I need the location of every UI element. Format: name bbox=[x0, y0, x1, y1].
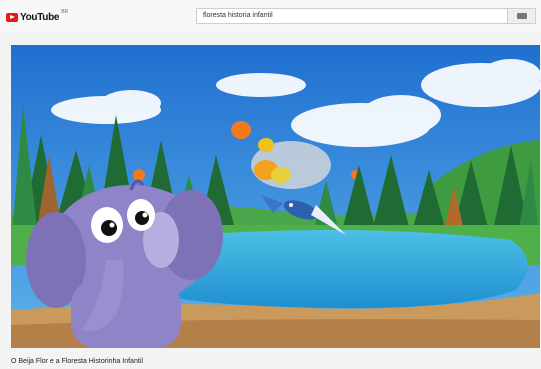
search-icon bbox=[516, 13, 527, 19]
logo-region: BR bbox=[61, 9, 69, 15]
video-frame bbox=[11, 45, 540, 348]
top-bar: YouTube BR floresta historia infantil bbox=[0, 0, 541, 32]
search-input[interactable]: floresta historia infantil bbox=[196, 8, 508, 24]
play-logo-icon bbox=[6, 12, 18, 22]
logo-text: YouTube bbox=[20, 11, 60, 23]
search-bar: floresta historia infantil bbox=[196, 8, 536, 24]
youtube-logo[interactable]: YouTube BR bbox=[6, 9, 69, 24]
search-button[interactable] bbox=[508, 8, 536, 24]
video-title[interactable]: O Beija Flor e a Floresta Historinha Inf… bbox=[11, 358, 143, 365]
video-player[interactable] bbox=[11, 45, 540, 348]
